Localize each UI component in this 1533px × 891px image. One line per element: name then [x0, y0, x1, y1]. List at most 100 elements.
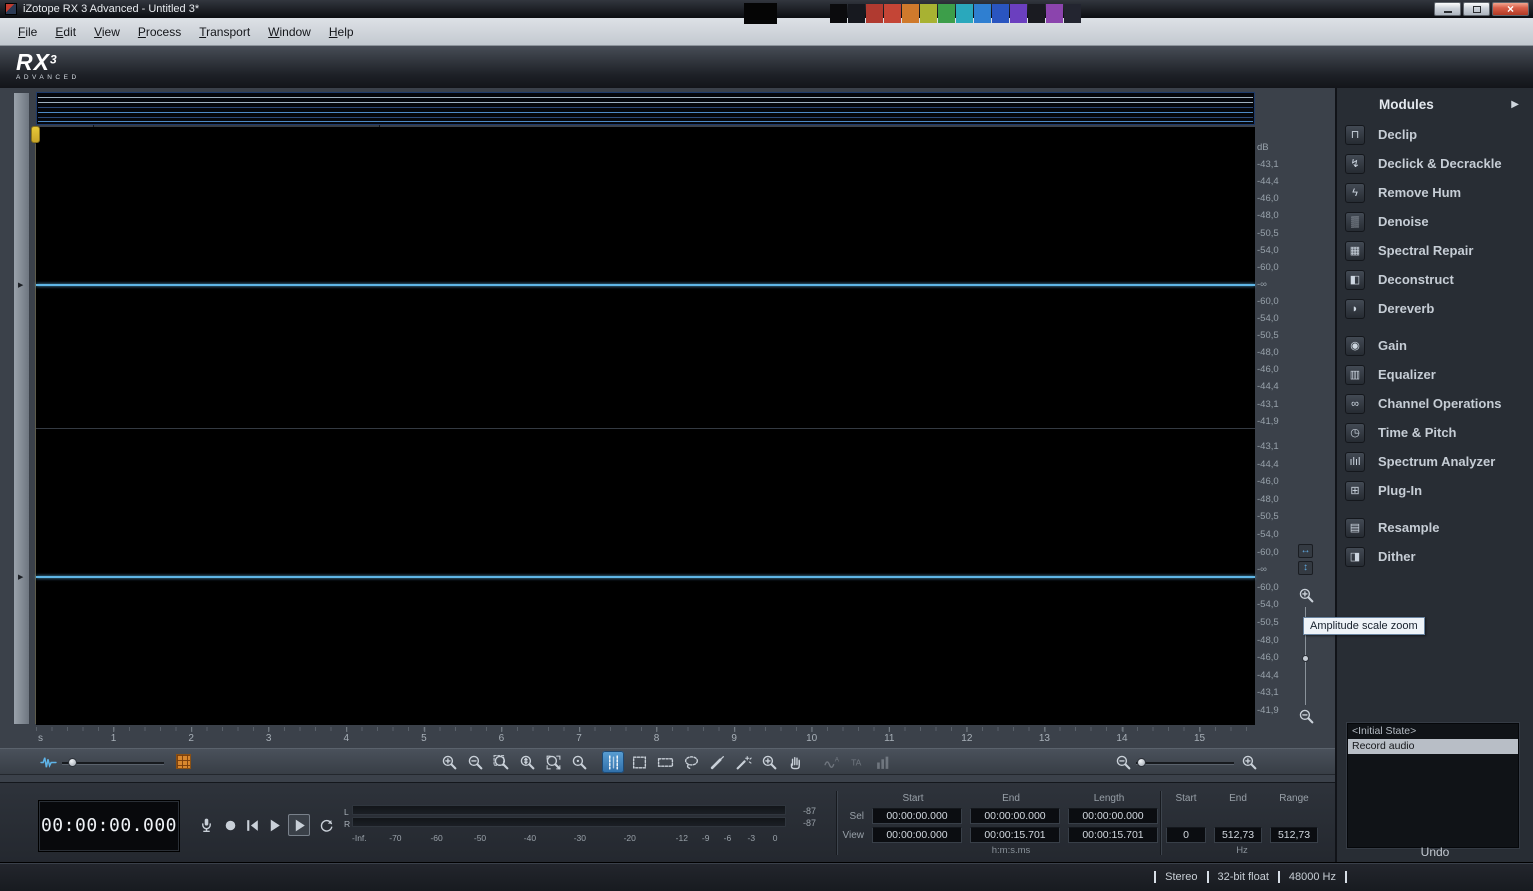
amplitude-zoom-tooltip: Amplitude scale zoom	[1303, 617, 1425, 635]
time-display[interactable]: 00:00:00.000	[38, 800, 180, 852]
column-header-end: End	[1002, 793, 1020, 804]
app-window: iZotope RX 3 Advanced - Untitled 3* × Fi…	[0, 0, 1533, 891]
maximize-button[interactable]	[1463, 2, 1490, 16]
ruler-tick: 2	[188, 727, 194, 744]
waveform-display[interactable]	[36, 127, 1255, 725]
module-spectral-repair[interactable]: ▦ Spectral Repair	[1337, 236, 1533, 265]
menu-window[interactable]: Window	[260, 21, 319, 43]
timeline-zoom-slider[interactable]	[1136, 758, 1234, 767]
time-ruler[interactable]: s 1 2 3 4 5 6 7 8 9 10 11 12 13 14 15	[36, 727, 1255, 746]
dereverb-icon: ◗	[1345, 298, 1365, 319]
history-item-record-audio[interactable]: Record audio	[1348, 739, 1518, 754]
zoom-out-button[interactable]	[464, 751, 486, 773]
time-selection-tool[interactable]	[602, 751, 624, 773]
minimize-button[interactable]	[1434, 2, 1461, 16]
ruler-tick: 1	[110, 727, 117, 744]
db-label: -50,5	[1257, 330, 1279, 342]
frequency-selection-tool[interactable]	[654, 751, 676, 773]
transport-bar: 00:00:00.000 L R -87 -87 -Inf. -70 -60 -50-…	[0, 782, 1335, 862]
play-button[interactable]	[264, 815, 284, 835]
brush-selection-tool[interactable]	[706, 751, 728, 773]
meter-right-label: R	[344, 819, 351, 829]
magic-wand-tool[interactable]	[732, 751, 754, 773]
zoom-selection-button[interactable]	[490, 751, 512, 773]
timeline-zoom-out-button[interactable]	[1112, 751, 1134, 773]
declick-decrackle-icon: ↯	[1345, 153, 1365, 174]
modules-expand-icon[interactable]: ▶	[1511, 99, 1519, 110]
db-label: -60,0	[1257, 295, 1279, 307]
deconstruct-icon: ◧	[1345, 269, 1365, 290]
menu-edit[interactable]: Edit	[47, 21, 84, 43]
meter-left-value: -87	[802, 806, 816, 816]
fit-horizontal-button[interactable]: ↔	[1298, 544, 1313, 558]
modules-header: Modules	[1379, 96, 1434, 112]
timeline-zoom-in-button[interactable]	[1238, 751, 1260, 773]
undo-button[interactable]: Undo	[1337, 845, 1533, 859]
db-label: -46,0	[1257, 364, 1279, 376]
module-declick-decrackle[interactable]: ↯ Declick & Decrackle	[1337, 149, 1533, 178]
channel2-expand-arrow[interactable]: ▶	[18, 573, 23, 581]
meter-scale: -Inf. -70 -60 -50 -40 -30 -20 -12 -9 -6 -3 0	[352, 833, 786, 845]
module-declip[interactable]: ⊓ Declip	[1337, 120, 1533, 149]
module-channel-operations[interactable]: ∞ Channel Operations	[1337, 389, 1533, 418]
display-balance-slider[interactable]	[62, 758, 164, 767]
record-input-mic-button[interactable]	[196, 815, 216, 835]
rx-logo-3: 3	[49, 52, 57, 67]
record-button[interactable]	[220, 815, 240, 835]
module-gain[interactable]: ◉ Gain	[1337, 331, 1533, 360]
view-start-value: 00:00:00.000	[872, 827, 962, 843]
loop-button[interactable]	[316, 815, 336, 835]
lasso-selection-tool[interactable]	[680, 751, 702, 773]
module-dither[interactable]: ◨ Dither	[1337, 542, 1533, 571]
module-plug-in[interactable]: ⊞ Plug-In	[1337, 476, 1533, 505]
color-swatch	[1010, 4, 1027, 23]
fit-vertical-button[interactable]: ↕	[1298, 561, 1313, 575]
amp-zoom-handle[interactable]	[1302, 655, 1309, 662]
spectrogram-settings-icon[interactable]	[176, 754, 191, 769]
history-item-initial-state[interactable]: <Initial State>	[1348, 724, 1518, 739]
equalizer-icon: ▥	[1345, 364, 1365, 385]
toolbar: A TA	[0, 748, 1335, 775]
meter-scale-label: -3	[747, 833, 756, 843]
overview-line	[38, 102, 1253, 103]
module-denoise[interactable]: ▒ Denoise	[1337, 207, 1533, 236]
module-resample[interactable]: ▤ Resample	[1337, 513, 1533, 542]
return-to-start-button[interactable]	[242, 815, 262, 835]
menu-transport[interactable]: Transport	[191, 21, 258, 43]
module-time-pitch[interactable]: ◷ Time & Pitch	[1337, 418, 1533, 447]
color-swatch	[1046, 4, 1063, 23]
module-spectrum-analyzer[interactable]: ılıl Spectrum Analyzer	[1337, 447, 1533, 476]
sel-start-value: 00:00:00.000	[872, 808, 962, 824]
module-equalizer[interactable]: ▥ Equalizer	[1337, 360, 1533, 389]
amp-zoom-out-button[interactable]	[1298, 708, 1315, 725]
zoom-vertical-button[interactable]	[516, 751, 538, 773]
zoom-tool[interactable]	[758, 751, 780, 773]
grab-hand-tool[interactable]	[784, 751, 806, 773]
background-color-swatches	[830, 4, 1081, 23]
time-frequency-selection-tool[interactable]	[628, 751, 650, 773]
module-deconstruct[interactable]: ◧ Deconstruct	[1337, 265, 1533, 294]
ruler-tick: 4	[343, 727, 350, 744]
menu-process[interactable]: Process	[130, 21, 189, 43]
module-dereverb[interactable]: ◗ Dereverb	[1337, 294, 1533, 323]
menu-file[interactable]: File	[10, 21, 45, 43]
color-swatch	[974, 4, 991, 23]
zoom-in-button[interactable]	[438, 751, 460, 773]
play-selection-button[interactable]	[288, 814, 310, 836]
timeline-zoom-handle[interactable]	[1137, 758, 1146, 767]
zoom-reset-button[interactable]	[568, 751, 590, 773]
db-label: -54,0	[1257, 244, 1279, 256]
close-button[interactable]: ×	[1492, 2, 1529, 16]
amp-zoom-in-button[interactable]	[1298, 587, 1315, 604]
channel1-expand-arrow[interactable]: ▶	[18, 281, 23, 289]
playhead-marker[interactable]	[31, 126, 40, 724]
menu-view[interactable]: View	[86, 21, 128, 43]
status-separator	[1154, 871, 1157, 883]
module-remove-hum[interactable]: ϟ Remove Hum	[1337, 178, 1533, 207]
tab-bar: RX3 ADVANCED *Untitled 3 × *iZotope ?	[0, 46, 1533, 134]
menu-help[interactable]: Help	[321, 21, 362, 43]
display-balance-handle[interactable]	[68, 758, 77, 767]
db-label: -46,0	[1257, 193, 1279, 205]
zoom-fit-button[interactable]	[542, 751, 564, 773]
waveform-overview-bar[interactable]	[36, 92, 1255, 125]
